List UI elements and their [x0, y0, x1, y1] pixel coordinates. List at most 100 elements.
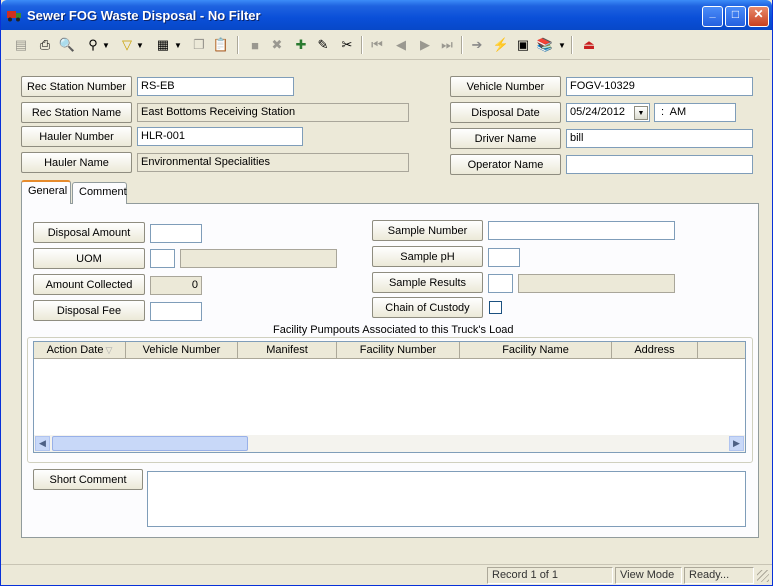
sample-results-button[interactable]: Sample Results — [372, 272, 483, 293]
sort-descending-icon: ▽ — [105, 344, 113, 355]
column-header-vehicle-number[interactable]: Vehicle Number — [126, 342, 238, 359]
scroll-left-icon[interactable]: ◀ — [35, 436, 50, 451]
sample-ph-field[interactable] — [488, 248, 520, 267]
scroll-thumb[interactable] — [52, 436, 248, 451]
chain-of-custody-label: Chain of Custody — [372, 297, 483, 318]
copy-icon[interactable]: ❐ — [189, 35, 209, 55]
short-comment-label: Short Comment — [33, 469, 143, 490]
close-button[interactable]: ✕ — [748, 6, 769, 27]
sample-results-code-field[interactable] — [488, 274, 513, 293]
uom-code-field[interactable] — [150, 249, 175, 268]
disposal-amount-field[interactable] — [150, 224, 202, 243]
rec-station-name-label: Rec Station Name — [21, 102, 132, 123]
cut-icon[interactable]: ✂ — [337, 35, 357, 55]
title-bar[interactable]: Sewer FOG Waste Disposal - No Filter _ □… — [1, 0, 772, 30]
uom-button[interactable]: UOM — [33, 248, 145, 269]
print-preview-icon[interactable]: 🔍 — [57, 35, 77, 55]
report-icon[interactable]: ▦ — [153, 35, 173, 55]
sample-results-description-field — [518, 274, 675, 293]
hauler-number-button[interactable]: Hauler Number — [21, 126, 132, 147]
hauler-number-field[interactable]: HLR-001 — [137, 127, 303, 146]
grid-horizontal-scrollbar[interactable]: ◀ ▶ — [34, 435, 745, 452]
column-header-facility-name[interactable]: Facility Name — [460, 342, 612, 359]
delete-icon[interactable]: ✖ — [267, 35, 287, 55]
disposal-time-field[interactable]: : AM — [654, 103, 736, 122]
books-icon[interactable]: 📚 — [535, 35, 555, 55]
chevron-down-icon[interactable]: ▼ — [557, 35, 567, 55]
last-record-icon[interactable]: ⏭ — [437, 35, 457, 55]
previous-record-icon[interactable]: ◀ — [391, 35, 411, 55]
sample-number-label: Sample Number — [372, 220, 483, 241]
toolbar-separator — [571, 36, 573, 54]
grid-header: Action Date ▽ Vehicle Number Manifest Fa… — [34, 342, 745, 359]
column-header-facility-number[interactable]: Facility Number — [337, 342, 460, 359]
chevron-down-icon[interactable]: ▼ — [173, 35, 183, 55]
chevron-down-icon[interactable]: ▼ — [634, 106, 648, 120]
disposal-fee-field[interactable] — [150, 302, 202, 321]
disposal-date-picker[interactable]: 05/24/2012 ▼ — [566, 103, 650, 122]
hauler-name-field: Environmental Specialities — [137, 153, 409, 172]
rec-station-name-field: East Bottoms Receiving Station — [137, 103, 409, 122]
window-title: Sewer FOG Waste Disposal - No Filter — [27, 8, 261, 23]
save-icon[interactable]: ■ — [245, 35, 265, 55]
status-record: Record 1 of 1 — [487, 567, 613, 584]
exit-icon[interactable]: ⏏ — [579, 35, 599, 55]
status-mode: View Mode — [615, 567, 682, 584]
toolbar-separator — [461, 36, 463, 54]
amount-collected-label: Amount Collected — [33, 274, 145, 295]
column-header-label: Action Date — [46, 344, 104, 356]
short-comment-textarea[interactable] — [147, 471, 746, 527]
hauler-name-label: Hauler Name — [21, 152, 132, 173]
chevron-down-icon[interactable]: ▼ — [135, 35, 145, 55]
sample-ph-label: Sample pH — [372, 246, 483, 267]
lightning-icon[interactable]: ⚡ — [491, 35, 511, 55]
column-header-action-date[interactable]: Action Date ▽ — [34, 342, 126, 359]
status-bar: Record 1 of 1 View Mode Ready... — [1, 564, 772, 585]
column-header-c[interactable]: C — [698, 342, 745, 359]
grid-view-icon[interactable]: ▤ — [11, 35, 31, 55]
status-state: Ready... — [684, 567, 754, 584]
tab-general[interactable]: General — [21, 180, 71, 204]
scroll-right-icon[interactable]: ▶ — [729, 436, 744, 451]
lookup-icon[interactable]: ▣ — [513, 35, 533, 55]
pumpouts-group-title: Facility Pumpouts Associated to this Tru… — [271, 324, 516, 336]
main-window: Sewer FOG Waste Disposal - No Filter _ □… — [0, 0, 773, 586]
pumpouts-grid[interactable]: Action Date ▽ Vehicle Number Manifest Fa… — [33, 341, 746, 453]
driver-name-label: Driver Name — [450, 128, 561, 149]
rec-station-number-button[interactable]: Rec Station Number — [21, 76, 132, 97]
rec-station-number-field[interactable]: RS-EB — [137, 77, 294, 96]
column-header-manifest[interactable]: Manifest — [238, 342, 337, 359]
truck-app-icon — [7, 11, 21, 22]
column-header-address[interactable]: Address — [612, 342, 698, 359]
go-arrow-icon[interactable]: ➔ — [467, 35, 487, 55]
next-record-icon[interactable]: ▶ — [415, 35, 435, 55]
edit-pencil-icon[interactable]: ✎ — [313, 35, 333, 55]
vehicle-number-field[interactable]: FOGV-10329 — [566, 77, 753, 96]
vehicle-number-button[interactable]: Vehicle Number — [450, 76, 561, 97]
driver-name-field[interactable]: bill — [566, 129, 753, 148]
first-record-icon[interactable]: ⏮ — [367, 35, 387, 55]
amount-collected-field: 0 — [150, 276, 202, 295]
filter-icon[interactable]: ▽ — [117, 35, 137, 55]
toolbar-separator — [237, 36, 239, 54]
add-icon[interactable]: ✚ — [291, 35, 311, 55]
toolbar: ▤ ⎙ 🔍 ⚲ ▼ ▽ ▼ ▦ ▼ ❐ 📋 ■ ✖ ✚ ✎ ✂ ⏮ ◀ ▶ ⏭ … — [5, 32, 770, 60]
toolbar-separator — [361, 36, 363, 54]
paste-icon[interactable]: 📋 — [211, 35, 231, 55]
disposal-date-label: Disposal Date — [450, 102, 561, 123]
disposal-amount-label: Disposal Amount — [33, 222, 145, 243]
uom-description-field — [180, 249, 337, 268]
print-icon[interactable]: ⎙ — [35, 35, 55, 55]
disposal-date-value: 05/24/2012 — [570, 106, 626, 118]
tab-comment[interactable]: Comment — [72, 182, 127, 204]
maximize-button[interactable]: □ — [725, 6, 746, 27]
resize-grip-icon[interactable] — [757, 570, 769, 582]
chain-of-custody-checkbox[interactable] — [489, 301, 502, 314]
binoculars-icon[interactable]: ⚲ — [83, 35, 103, 55]
sample-number-field[interactable] — [488, 221, 675, 240]
disposal-fee-label: Disposal Fee — [33, 300, 145, 321]
minimize-button[interactable]: _ — [702, 6, 723, 27]
operator-name-label: Operator Name — [450, 154, 561, 175]
operator-name-field[interactable] — [566, 155, 753, 174]
chevron-down-icon[interactable]: ▼ — [101, 35, 111, 55]
